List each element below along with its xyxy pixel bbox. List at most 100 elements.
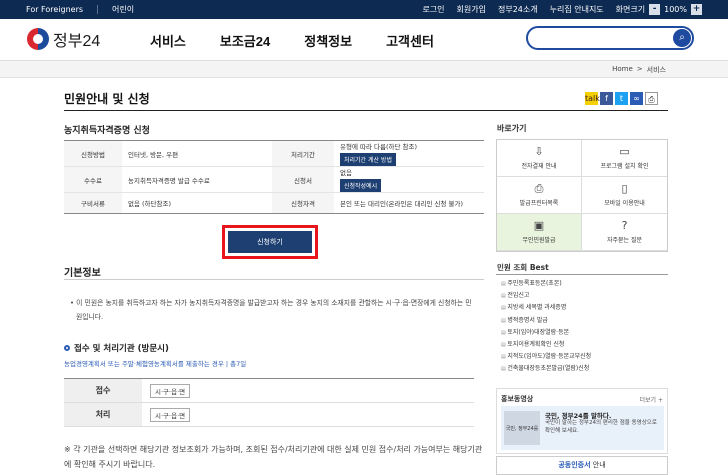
printer-icon: ⎙ bbox=[534, 182, 544, 195]
promo-title: 홍보동영상 bbox=[501, 395, 534, 403]
quicklink-label: 무인민원발급 bbox=[522, 237, 556, 244]
table-row: 처리 시·구·읍·면 bbox=[64, 403, 474, 427]
monitor-icon: ▭ bbox=[619, 145, 630, 158]
join-link[interactable]: 회원가입 bbox=[457, 4, 486, 15]
form-value: 없음 bbox=[340, 169, 352, 177]
list-item[interactable]: 토지(임야)대장열람·등본 bbox=[501, 327, 591, 339]
promo-video-box: 홍보동영상 더보기 + 국민, 정부24를 국민, 정부24를 말하다. 국민이… bbox=[496, 388, 668, 454]
promo-description: 국민이 말하는 정부24의 편리한 점을 동영상으로 확인해 보세요. bbox=[545, 420, 657, 434]
method-value: 인터넷, 방문, 우편 bbox=[128, 150, 179, 159]
quicklinks-grid: ⇩ 전자결재 안내 ▭ 프로그램 설치 확인 ⎙ 발급프린터목록 ▯ 모바일 이용안내 … bbox=[496, 139, 668, 252]
promo-more-link[interactable]: 더보기 + bbox=[640, 395, 664, 404]
quicklink-label: 전자결재 안내 bbox=[521, 163, 557, 170]
title-divider bbox=[64, 110, 668, 111]
main-nav: 서비스 보조금24 정책정보 고객센터 bbox=[150, 31, 434, 50]
search-input[interactable]: ⌕ bbox=[526, 26, 694, 50]
zoom-in-button[interactable]: + bbox=[691, 4, 702, 15]
list-item[interactable]: 지적도(임야도)열람·등본교부신청 bbox=[501, 351, 591, 363]
for-foreigners-link[interactable]: For Foreigners bbox=[26, 5, 83, 14]
period-value: 유형에 따라 다름(하단 참조) bbox=[340, 143, 418, 151]
office-table: 접수 시·구·읍·면 처리 시·구·읍·면 bbox=[64, 378, 474, 427]
nav-customer-center[interactable]: 고객센터 bbox=[386, 31, 434, 50]
basic-info-title: 기본정보 bbox=[64, 268, 101, 279]
office-note: ※ 각 기관을 선택하면 해당기관 정보조회가 가능하며, 조회된 접수/처리기… bbox=[64, 445, 483, 469]
list-item[interactable]: 병적증명서 발급 bbox=[501, 315, 591, 327]
certificate-suffix: 안내 bbox=[592, 461, 606, 469]
reception-header: 접수 bbox=[64, 379, 142, 402]
login-link[interactable]: 로그인 bbox=[422, 4, 444, 15]
nav-subsidy[interactable]: 보조금24 bbox=[220, 31, 270, 50]
list-item[interactable]: 건축물대장등초본발급(열람)신청 bbox=[501, 363, 591, 375]
quicklink-epayment[interactable]: ⇩ 전자결재 안내 bbox=[497, 140, 582, 177]
visit-section-title: 접수 및 처리기관 (방문시) bbox=[64, 342, 169, 354]
taegeuk-logo-icon bbox=[27, 28, 49, 50]
table-row: 수수료 농지취득자격증명 발급 수수료 신청서 없음 신청작성예시 bbox=[64, 167, 484, 193]
quicklink-label: 프로그램 설치 확인 bbox=[600, 163, 649, 170]
quicklink-label: 발급프린터목록 bbox=[519, 200, 559, 207]
period-header: 처리기간 bbox=[272, 141, 334, 166]
basic-info-description: • 이 민원은 농지를 취득하고자 하는 자가 농지취득자격증명을 발급받고자 … bbox=[70, 296, 480, 324]
reception-office-select[interactable]: 시·구·읍·면 bbox=[150, 383, 191, 398]
method-header: 신청방법 bbox=[64, 141, 122, 166]
fee-header: 수수료 bbox=[64, 167, 122, 192]
processing-office-select[interactable]: 시·구·읍·면 bbox=[150, 407, 191, 422]
sitemap-link[interactable]: 누리집 안내지도 bbox=[550, 4, 604, 15]
share-buttons: talk f t ∞ ⎙ bbox=[585, 92, 658, 105]
breadcrumb-current[interactable]: 서비스 bbox=[647, 65, 666, 75]
breadcrumb-home[interactable]: Home bbox=[612, 65, 633, 75]
apply-button[interactable]: 신청하기 bbox=[228, 231, 312, 253]
period-cell: 유형에 따라 다름(하단 참조) 처리기간 계산 방법 bbox=[334, 141, 484, 166]
site-header: 정부24 서비스 보조금24 정책정보 고객센터 ⌕ bbox=[0, 19, 728, 61]
list-item[interactable]: 주민등록표등본(초본) bbox=[501, 278, 591, 290]
search-icon[interactable]: ⌕ bbox=[673, 29, 691, 47]
section-divider bbox=[64, 279, 484, 280]
fee-value: 농지취득자격증명 발급 수수료 bbox=[128, 176, 210, 185]
zoom-control: 화면크기 - 100% + bbox=[616, 4, 702, 15]
quicklink-printers[interactable]: ⎙ 발급프린터목록 bbox=[497, 177, 582, 214]
breadcrumb-separator: > bbox=[636, 65, 643, 73]
best-services-list: 주민등록표등본(초본) 전입신고 지방세 세목별 과세증명 병적증명서 발급 토… bbox=[501, 278, 591, 376]
nav-policy[interactable]: 정책정보 bbox=[304, 31, 352, 50]
service-subtitle: 농지취득자격증명 신청 bbox=[64, 126, 150, 136]
quicklink-label: 자주묻는 질문 bbox=[606, 237, 643, 244]
quicklink-program-check[interactable]: ▭ 프로그램 설치 확인 bbox=[582, 140, 667, 177]
nav-services[interactable]: 서비스 bbox=[150, 31, 186, 50]
promo-thumbnail: 국민, 정부24를 bbox=[504, 411, 540, 445]
page-title: 민원안내 및 신청 bbox=[64, 92, 150, 106]
link-share-icon[interactable]: ∞ bbox=[630, 92, 643, 105]
list-item[interactable]: 전입신고 bbox=[501, 290, 591, 302]
list-item[interactable]: 토지이용계획확인 신청 bbox=[501, 339, 591, 351]
best-services-title: 민원 조회 Best bbox=[497, 263, 549, 272]
facebook-icon[interactable]: f bbox=[600, 92, 613, 105]
description-line: • 이 민원은 농지를 취득하고자 하는 자가 농지취득자격증명을 발급받고자 … bbox=[70, 299, 472, 307]
question-icon: ? bbox=[621, 219, 628, 232]
quicklink-mobile[interactable]: ▯ 모바일 이용안내 bbox=[582, 177, 667, 214]
list-item[interactable]: 지방세 세목별 과세증명 bbox=[501, 302, 591, 314]
business-plan-link[interactable]: 농업경영계획서 또는 주말·체험영농계획서를 제출하는 경우 | 총7일 bbox=[64, 358, 246, 368]
table-row: 구비서류 없음 (하단참조) 신청자격 본인 또는 대리인(온라인은 대리인 신… bbox=[64, 193, 484, 213]
top-utility-bar: For Foreigners 어린이 로그인 회원가입 정부24소개 누리집 안… bbox=[0, 0, 728, 19]
site-logo[interactable]: 정부24 bbox=[27, 27, 100, 51]
table-row: 접수 시·구·읍·면 bbox=[64, 379, 474, 403]
breadcrumb: Home > 서비스 bbox=[0, 61, 728, 78]
promo-card[interactable]: 국민, 정부24를 국민, 정부24를 말하다. 국민이 말하는 정부24의 편… bbox=[501, 406, 664, 450]
divider bbox=[97, 5, 99, 14]
kids-link[interactable]: 어린이 bbox=[112, 4, 134, 15]
zoom-value: 100% bbox=[664, 5, 687, 14]
kakao-icon[interactable]: talk bbox=[585, 92, 600, 105]
period-calc-button[interactable]: 처리기간 계산 방법 bbox=[340, 153, 396, 166]
about-link[interactable]: 정부24소개 bbox=[498, 4, 538, 15]
kiosk-icon: ▣ bbox=[533, 219, 545, 232]
twitter-icon[interactable]: t bbox=[615, 92, 628, 105]
visit-title-text: 접수 및 처리기관 (방문시) bbox=[74, 344, 169, 354]
print-icon[interactable]: ⎙ bbox=[645, 92, 658, 105]
form-example-button[interactable]: 신청작성예시 bbox=[340, 179, 382, 192]
apply-button-highlight: 신청하기 bbox=[222, 225, 318, 259]
logo-text: 정부24 bbox=[53, 33, 101, 50]
download-icon: ⇩ bbox=[534, 145, 544, 158]
zoom-out-button[interactable]: - bbox=[649, 4, 661, 15]
certificate-guide-button[interactable]: 공동인증서 안내 bbox=[496, 456, 668, 475]
quicklink-faq[interactable]: ? 자주묻는 질문 bbox=[582, 214, 667, 251]
quicklink-kiosk[interactable]: ▣ 무인민원발급 bbox=[497, 214, 582, 251]
certificate-label: 공동인증서 bbox=[558, 461, 591, 469]
